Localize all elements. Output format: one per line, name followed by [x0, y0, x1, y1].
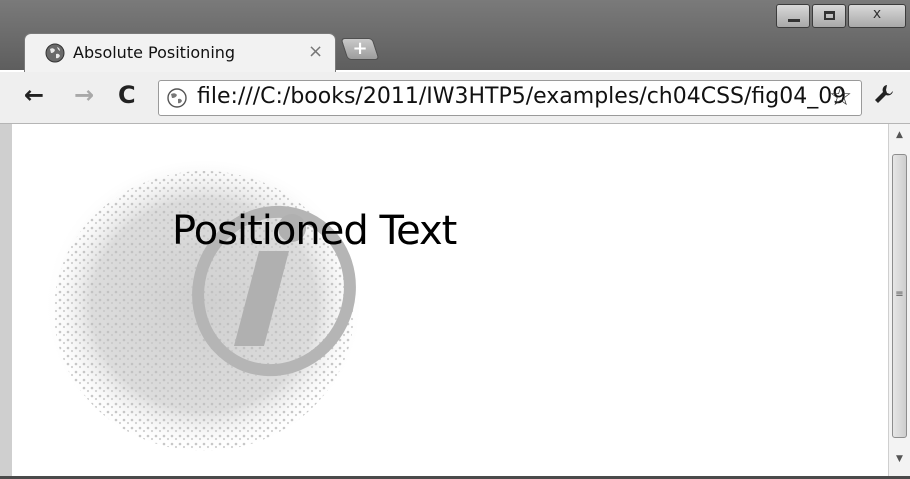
- scroll-up-icon[interactable]: ▲: [889, 130, 910, 140]
- page-content: Positioned Text: [12, 124, 888, 476]
- tab-absolute-positioning[interactable]: Absolute Positioning ×: [24, 33, 336, 73]
- browser-window: x Absolute Positioning × + ← → C file://…: [0, 0, 910, 479]
- info-i-logo-image: [44, 161, 364, 461]
- wrench-icon: [875, 85, 893, 103]
- bookmark-star-icon[interactable]: ☆: [829, 82, 852, 112]
- scroll-thumb[interactable]: ≡: [892, 154, 907, 438]
- scroll-down-icon[interactable]: ▼: [889, 454, 910, 464]
- tab-close-icon[interactable]: ×: [308, 41, 323, 62]
- window-left-border: [0, 124, 12, 479]
- back-button[interactable]: ←: [24, 81, 44, 109]
- forward-button[interactable]: →: [74, 81, 94, 109]
- page-globe-icon: [167, 88, 187, 108]
- maximize-button[interactable]: [812, 4, 846, 28]
- close-icon: x: [872, 6, 882, 22]
- positioned-text: Positioned Text: [172, 208, 457, 254]
- tab-title: Absolute Positioning: [73, 43, 236, 62]
- reload-button[interactable]: C: [118, 81, 136, 109]
- close-window-button[interactable]: x: [848, 4, 906, 28]
- globe-icon: [45, 43, 65, 63]
- maximize-icon: [824, 11, 835, 20]
- minimize-button[interactable]: [776, 4, 810, 28]
- address-bar[interactable]: file:///C:/books/2011/IW3HTP5/examples/c…: [158, 80, 862, 116]
- vertical-scrollbar[interactable]: ▲ ≡ ▼: [888, 124, 910, 476]
- url-text: file:///C:/books/2011/IW3HTP5/examples/c…: [197, 84, 847, 109]
- toolbar: ← → C file:///C:/books/2011/IW3HTP5/exam…: [0, 72, 910, 124]
- plus-icon: +: [352, 38, 368, 59]
- new-tab-button[interactable]: +: [340, 38, 380, 60]
- wrench-menu-icon[interactable]: [872, 82, 896, 112]
- grip-icon: ≡: [895, 289, 904, 300]
- minimize-icon: [788, 19, 800, 22]
